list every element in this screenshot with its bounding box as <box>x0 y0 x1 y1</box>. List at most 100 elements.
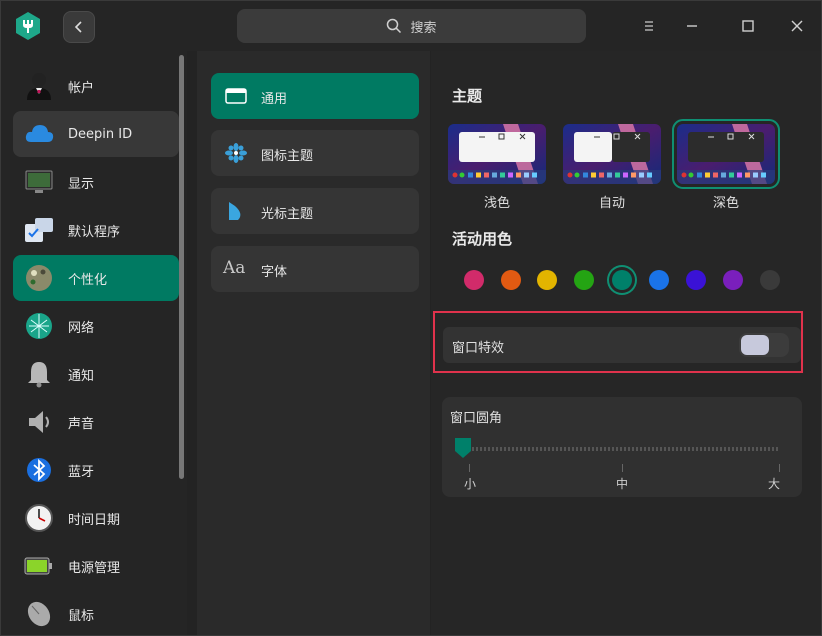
slider-tick <box>622 464 623 472</box>
search-placeholder: 搜索 <box>410 20 437 36</box>
cloud-icon <box>25 125 54 142</box>
sidebar-item-display[interactable]: 显示 <box>13 159 179 205</box>
accent-swatch-8[interactable] <box>760 270 780 290</box>
minimize-button[interactable] <box>679 13 705 39</box>
corner-slider-track[interactable] <box>472 447 780 451</box>
accent-swatch-3[interactable] <box>574 270 594 290</box>
sidebar-item-label: 通知 <box>68 368 95 384</box>
window-corner-panel: 窗口圆角 小 中 大 <box>442 397 802 497</box>
sidebar-item-deepin-id[interactable]: Deepin ID <box>13 111 179 157</box>
sidebar-item-power[interactable]: 电源管理 <box>13 543 179 589</box>
icon-theme-icon <box>225 143 247 163</box>
submenu-item-label: 通用 <box>261 92 288 107</box>
search-box[interactable]: 搜索 <box>237 9 586 43</box>
sidebar-item-label: 帐户 <box>68 80 95 96</box>
sidebar-item-label: 声音 <box>68 416 95 432</box>
slider-tick <box>469 464 470 472</box>
personalization-submenu: 通用 图标主题 光标主题 Aa 字体 <box>197 51 430 635</box>
corner-slider-thumb[interactable] <box>454 437 472 459</box>
chevron-left-icon <box>74 21 82 33</box>
sidebar-item-notifications[interactable]: 通知 <box>13 351 179 397</box>
general-settings-panel: 主题 浅色 自动 深色 活动用色 窗口特效 窗口圆角 小 中 大 <box>431 51 821 635</box>
theme-preview-light <box>448 124 546 184</box>
theme-label-auto: 自动 <box>598 196 625 211</box>
tick-label-medium: 中 <box>616 477 629 491</box>
sidebar-item-mouse[interactable]: 鼠标 <box>13 591 179 635</box>
submenu-item-label: 图标主题 <box>261 149 314 164</box>
maximize-button[interactable] <box>735 13 761 39</box>
sidebar-item-network[interactable]: 网络 <box>13 303 179 349</box>
submenu-item-font[interactable]: Aa 字体 <box>211 246 419 292</box>
accent-swatch-1[interactable] <box>501 270 521 290</box>
window-effect-label: 窗口特效 <box>452 341 505 356</box>
monitor-icon <box>25 170 53 193</box>
accent-section-title: 活动用色 <box>452 230 513 248</box>
tick-label-small: 小 <box>464 477 477 491</box>
menu-icon <box>645 21 653 31</box>
battery-icon <box>24 557 52 575</box>
sidebar-item-label: 电源管理 <box>68 560 121 576</box>
bluetooth-icon <box>27 458 51 482</box>
submenu-item-cursor-theme[interactable]: 光标主题 <box>211 188 419 234</box>
submenu-item-label: 光标主题 <box>261 207 314 222</box>
personalization-icon <box>26 265 52 291</box>
sidebar-item-accounts[interactable]: 帐户 <box>13 63 179 109</box>
sidebar-item-label: 蓝牙 <box>68 464 95 480</box>
clock-icon <box>25 504 53 532</box>
sidebar-item-datetime[interactable]: 时间日期 <box>13 495 179 541</box>
close-icon <box>791 20 803 32</box>
window-corner-label: 窗口圆角 <box>450 411 503 426</box>
maximize-icon <box>742 20 754 32</box>
sidebar-item-label: 个性化 <box>68 272 108 288</box>
sidebar-item-label: Deepin ID <box>68 126 133 142</box>
cursor-theme-icon <box>229 202 241 220</box>
theme-preview-auto <box>563 124 661 184</box>
sidebar-scrollbar[interactable] <box>179 55 184 479</box>
toggle-knob <box>741 335 769 355</box>
theme-card-light[interactable] <box>448 124 546 184</box>
theme-card-auto[interactable] <box>563 124 661 184</box>
search-icon <box>387 18 402 34</box>
sidebar-item-default-apps[interactable]: 默认程序 <box>13 207 179 253</box>
window-effect-toggle[interactable] <box>739 333 789 357</box>
submenu-item-label: 字体 <box>261 265 288 280</box>
sidebar-item-personalization[interactable]: 个性化 <box>13 255 179 301</box>
default-apps-icon <box>25 218 53 242</box>
accent-swatch-7[interactable] <box>723 270 743 290</box>
bell-icon <box>28 362 50 388</box>
sidebar-item-label: 时间日期 <box>68 512 121 528</box>
back-button[interactable] <box>63 11 95 43</box>
theme-label-dark: 深色 <box>712 196 739 211</box>
title-bar: 搜索 <box>1 1 821 51</box>
speaker-icon <box>29 411 49 433</box>
menu-button[interactable] <box>636 13 662 39</box>
sidebar-item-sound[interactable]: 声音 <box>13 399 179 445</box>
sidebar-item-label: 默认程序 <box>68 224 121 240</box>
window-effect-row: 窗口特效 <box>443 327 801 363</box>
tick-label-large: 大 <box>768 477 781 491</box>
sidebar-item-label: 网络 <box>68 320 95 336</box>
theme-label-light: 浅色 <box>483 196 510 211</box>
theme-section-title: 主题 <box>452 87 483 105</box>
general-window-icon <box>225 88 247 104</box>
user-avatar-icon <box>27 73 51 100</box>
network-icon <box>26 313 52 339</box>
theme-card-dark[interactable] <box>672 119 780 189</box>
sidebar: 帐户 Deepin ID 显示 默认程序 个性化 网络 通知 声音 蓝牙 时间日… <box>1 51 187 635</box>
accent-swatch-5[interactable] <box>649 270 669 290</box>
minimize-icon <box>687 25 697 27</box>
sidebar-item-label: 显示 <box>68 176 95 192</box>
submenu-item-general[interactable]: 通用 <box>211 73 419 119</box>
close-button[interactable] <box>784 13 810 39</box>
sidebar-item-bluetooth[interactable]: 蓝牙 <box>13 447 179 493</box>
accent-swatch-6[interactable] <box>686 270 706 290</box>
slider-tick <box>779 464 780 472</box>
accent-swatch-2[interactable] <box>537 270 557 290</box>
theme-preview-dark <box>677 124 775 184</box>
submenu-item-icon-theme[interactable]: 图标主题 <box>211 130 419 176</box>
control-center-window: 搜索 帐户 Deepin ID 显示 默认程序 个性化 网络 通知 声音 蓝牙 … <box>0 0 822 636</box>
mouse-icon <box>27 601 51 627</box>
control-center-app-icon <box>16 12 40 40</box>
accent-swatch-0[interactable] <box>464 270 484 290</box>
accent-swatch-4[interactable] <box>612 270 632 290</box>
